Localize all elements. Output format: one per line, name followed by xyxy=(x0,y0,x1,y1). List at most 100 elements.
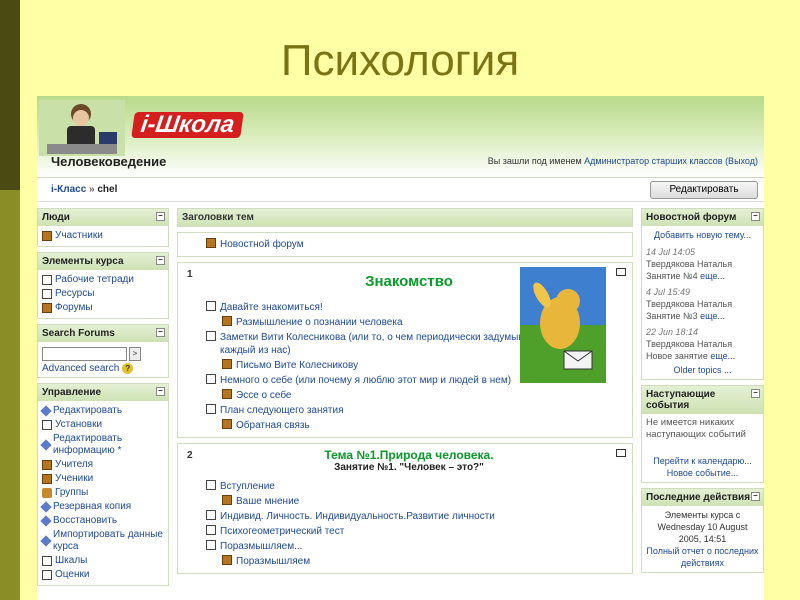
breadcrumb-separator: » xyxy=(89,184,95,195)
navbar: i-Класс » chel Редактировать xyxy=(37,178,764,202)
activity-link[interactable]: Обратная связь xyxy=(206,418,612,433)
post-title: Занятие №3 xyxy=(646,311,701,321)
restore-icon xyxy=(40,515,52,527)
admin-backup-link[interactable]: Резервная копия xyxy=(40,500,164,514)
post-title: Занятие №4 xyxy=(646,271,701,281)
activity-label: Поразмышляем xyxy=(236,556,311,567)
activity-link[interactable]: Поразмышляем... xyxy=(206,539,612,554)
users-icon xyxy=(42,231,52,241)
grades-icon xyxy=(42,570,52,580)
collapse-toggle-icon[interactable]: – xyxy=(751,492,760,501)
older-topics-link[interactable]: Older topics ... xyxy=(646,364,759,376)
participants-link[interactable]: Участники xyxy=(42,229,164,243)
activity-label: Индивид. Личность. Индивидуальность.Разв… xyxy=(220,511,495,522)
admin-scales-link[interactable]: Шкалы xyxy=(42,554,164,568)
collapse-toggle-icon[interactable]: – xyxy=(751,212,760,221)
import-icon xyxy=(40,535,52,547)
forum-icon xyxy=(222,316,232,326)
activity-link[interactable]: Индивид. Личность. Индивидуальность.Разв… xyxy=(206,509,612,524)
forum-icon xyxy=(42,303,52,313)
admin-import-link[interactable]: Импортировать данные курса xyxy=(40,528,164,554)
page-icon xyxy=(206,480,216,490)
activity-label: Вступление xyxy=(220,481,275,492)
activity-label: Немного о себе (или почему я люблю этот … xyxy=(220,375,512,386)
login-user-link[interactable]: Администратор старших классов xyxy=(584,156,722,166)
new-event-link[interactable]: Новое событие... xyxy=(646,467,759,479)
right-column: Новостной форум – Добавить новую тему...… xyxy=(641,208,764,578)
forums-label: Форумы xyxy=(55,302,93,313)
resources-link[interactable]: Ресурсы xyxy=(42,287,164,301)
no-events-text: Не имеется никаких наступающих событий xyxy=(646,417,746,440)
forum-icon xyxy=(222,419,232,429)
activity-link[interactable]: Поразмышляем xyxy=(206,554,612,569)
forum-search-input[interactable] xyxy=(42,347,127,361)
news-forum-block-header: Новостной форум – xyxy=(642,209,763,226)
admin-settings-link[interactable]: Установки xyxy=(42,418,164,432)
activity-label: Обратная связь xyxy=(236,420,310,431)
collapse-toggle-icon[interactable]: – xyxy=(751,389,760,398)
upcoming-events-header: Наступающие события – xyxy=(642,386,763,414)
activity-link[interactable]: Психогеометрический тест xyxy=(206,524,612,539)
workbooks-label: Рабочие тетради xyxy=(55,274,134,285)
admin-item-label: Установки xyxy=(55,419,103,430)
activity-link[interactable]: План следующего занятия xyxy=(206,403,612,418)
breadcrumb: i-Класс » chel xyxy=(51,184,117,195)
edit-mode-button[interactable]: Редактировать xyxy=(650,181,758,199)
admin-groups-link[interactable]: Группы xyxy=(42,486,164,500)
page-icon xyxy=(206,510,216,520)
admin-item-label: Восстановить xyxy=(53,515,118,526)
news-forum-link[interactable]: Новостной форум xyxy=(206,238,628,251)
people-block: Люди – Участники xyxy=(37,208,169,247)
recent-since-text: Элементы курса с Wednesday 10 August 200… xyxy=(657,510,748,544)
calendar-link[interactable]: Перейти к календарю... xyxy=(646,455,759,467)
cartoon-mascot-image xyxy=(520,267,606,383)
admin-block-title: Управление xyxy=(42,387,102,398)
advanced-search-link[interactable]: Advanced search xyxy=(42,363,119,374)
admin-item-label: Резервная копия xyxy=(53,501,132,512)
admin-grades-link[interactable]: Оценки xyxy=(42,568,164,582)
upcoming-events-title: Наступающие события xyxy=(646,389,716,411)
course-title: Человековедение xyxy=(51,154,167,169)
collapse-toggle-icon[interactable]: – xyxy=(156,387,165,396)
activity-link[interactable]: Вступление xyxy=(206,479,612,494)
post-author: Твердякова Наталья xyxy=(646,339,733,349)
site-logo[interactable]: i-Школа xyxy=(131,111,245,138)
breadcrumb-home[interactable]: i-Класс xyxy=(51,184,86,195)
forum-icon xyxy=(222,389,232,399)
page-icon xyxy=(206,404,216,414)
admin-item-label: Шкалы xyxy=(55,555,88,566)
activity-link[interactable]: Эссе о себе xyxy=(206,388,612,403)
course-elements-header: Элементы курса – xyxy=(38,253,168,270)
admin-edit-info-link[interactable]: Редактировать информацию * xyxy=(40,432,164,458)
search-go-button[interactable]: > xyxy=(129,347,141,361)
collapse-toggle-icon[interactable]: – xyxy=(156,328,165,337)
forum-post: 22 Jun 18:14 Твердякова Наталья Новое за… xyxy=(646,326,759,362)
more-link[interactable]: еще... xyxy=(710,351,735,361)
more-link[interactable]: еще... xyxy=(700,311,725,321)
more-link[interactable]: еще... xyxy=(700,271,725,281)
help-icon[interactable]: ? xyxy=(122,363,134,374)
page-icon xyxy=(206,540,216,550)
login-info: Вы зашли под именем Администратор старши… xyxy=(488,156,758,166)
login-prefix: Вы зашли под именем xyxy=(487,156,585,166)
slide-left-bar xyxy=(0,0,20,600)
settings-icon xyxy=(42,420,52,430)
admin-edit-link[interactable]: Редактировать xyxy=(40,404,164,418)
section-toggle-icon[interactable] xyxy=(616,268,626,276)
admin-students-link[interactable]: Ученики xyxy=(42,472,164,486)
forums-link[interactable]: Форумы xyxy=(42,301,164,315)
add-topic-link[interactable]: Добавить новую тему... xyxy=(646,229,759,241)
admin-restore-link[interactable]: Восстановить xyxy=(40,514,164,528)
workbooks-link[interactable]: Рабочие тетради xyxy=(42,273,164,287)
admin-item-label: Учителя xyxy=(55,459,94,470)
resource-icon xyxy=(42,289,52,299)
collapse-toggle-icon[interactable]: – xyxy=(156,256,165,265)
full-report-link[interactable]: Полный отчет о последних действиях xyxy=(646,545,759,569)
admin-teachers-link[interactable]: Учителя xyxy=(42,458,164,472)
collapse-toggle-icon[interactable]: – xyxy=(156,212,165,221)
section-toggle-icon[interactable] xyxy=(616,449,626,457)
logout-link[interactable]: (Выход) xyxy=(725,156,758,166)
scales-icon xyxy=(42,556,52,566)
activity-label: Давайте знакомиться! xyxy=(220,302,323,313)
activity-link[interactable]: Ваше мнение xyxy=(206,494,612,509)
